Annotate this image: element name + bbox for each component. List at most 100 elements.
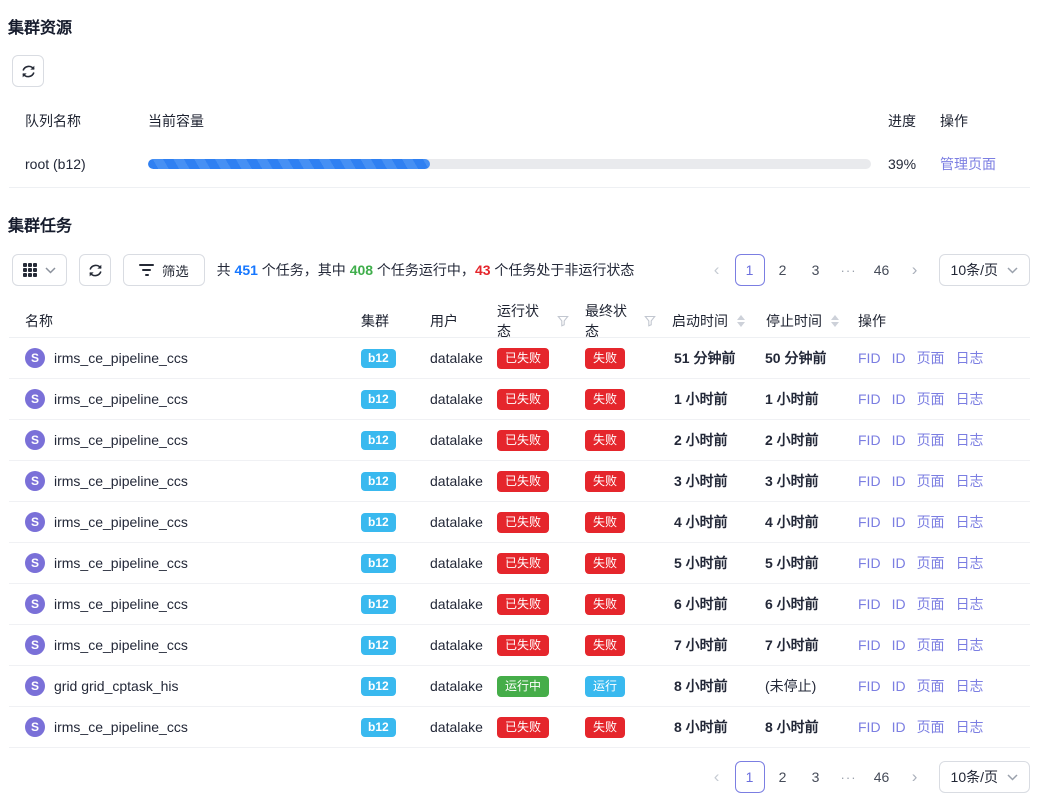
cluster-badge: b12 <box>361 349 396 368</box>
grid-icon <box>23 263 37 277</box>
log-link[interactable]: 日志 <box>956 676 984 696</box>
page-size-select[interactable]: 10条/页 <box>939 761 1030 793</box>
stop-time: 5 小时前 <box>750 553 842 573</box>
fid-link[interactable]: FID <box>858 391 881 407</box>
page-link[interactable]: 页面 <box>917 389 945 409</box>
page-button-3[interactable]: 3 <box>801 761 831 793</box>
next-page-button[interactable]: › <box>900 761 930 793</box>
filter-funnel-icon[interactable] <box>644 315 656 327</box>
page-link[interactable]: 页面 <box>917 717 945 737</box>
id-link[interactable]: ID <box>892 637 906 653</box>
page-size-value: 10条/页 <box>951 767 998 787</box>
page-button-1[interactable]: 1 <box>735 254 765 286</box>
refresh-icon <box>21 64 36 79</box>
fid-link[interactable]: FID <box>858 350 881 366</box>
page-ellipsis[interactable]: ··· <box>834 761 864 793</box>
id-link[interactable]: ID <box>892 596 906 612</box>
fid-link[interactable]: FID <box>858 555 881 571</box>
cluster-badge: b12 <box>361 431 396 450</box>
start-time: 4 小时前 <box>656 512 750 532</box>
sorter-icon[interactable] <box>737 315 745 327</box>
log-link[interactable]: 日志 <box>956 471 984 491</box>
fid-link[interactable]: FID <box>858 719 881 735</box>
page-link[interactable]: 页面 <box>917 635 945 655</box>
fid-link[interactable]: FID <box>858 432 881 448</box>
refresh-button[interactable] <box>12 55 44 87</box>
col-cluster-label: 集群 <box>361 311 389 331</box>
log-link[interactable]: 日志 <box>956 635 984 655</box>
page-ellipsis[interactable]: ··· <box>834 254 864 286</box>
log-link[interactable]: 日志 <box>956 512 984 532</box>
user-name: datalake <box>414 596 481 612</box>
page-button-3[interactable]: 3 <box>801 254 831 286</box>
start-time: 7 小时前 <box>656 635 750 655</box>
column-settings-button[interactable] <box>12 254 67 286</box>
page-button-last[interactable]: 46 <box>867 761 897 793</box>
page-link[interactable]: 页面 <box>917 430 945 450</box>
run-status-badge: 已失败 <box>497 553 549 574</box>
id-link[interactable]: ID <box>892 719 906 735</box>
next-page-button[interactable]: › <box>900 254 930 286</box>
log-link[interactable]: 日志 <box>956 553 984 573</box>
fid-link[interactable]: FID <box>858 514 881 530</box>
id-link[interactable]: ID <box>892 678 906 694</box>
user-name: datalake <box>414 678 481 694</box>
log-link[interactable]: 日志 <box>956 389 984 409</box>
sorter-icon[interactable] <box>831 315 839 327</box>
manage-page-link[interactable]: 管理页面 <box>940 156 996 172</box>
final-status-badge: 运行 <box>585 676 625 697</box>
queue-row: root (b12) 39% 管理页面 <box>9 141 1030 188</box>
page-button-last[interactable]: 46 <box>867 254 897 286</box>
refresh-tasks-button[interactable] <box>79 254 111 286</box>
fid-link[interactable]: FID <box>858 596 881 612</box>
user-name: datalake <box>414 719 481 735</box>
page-button-1[interactable]: 1 <box>735 761 765 793</box>
filter-funnel-icon[interactable] <box>557 315 569 327</box>
stop-time: 50 分钟前 <box>750 348 842 368</box>
log-link[interactable]: 日志 <box>956 430 984 450</box>
id-link[interactable]: ID <box>892 391 906 407</box>
prev-page-button[interactable]: ‹ <box>702 254 732 286</box>
avatar: S <box>25 471 45 491</box>
col-run-status: 运行状态 <box>481 301 569 341</box>
page-button-2[interactable]: 2 <box>768 761 798 793</box>
log-link[interactable]: 日志 <box>956 594 984 614</box>
summary-text: 个任务处于非运行状态 <box>491 262 635 278</box>
page-link[interactable]: 页面 <box>917 553 945 573</box>
run-status-badge: 运行中 <box>497 676 549 697</box>
final-status-badge: 失败 <box>585 471 625 492</box>
col-run-status-label: 运行状态 <box>497 301 548 341</box>
task-name: irms_ce_pipeline_ccs <box>54 514 188 530</box>
user-name: datalake <box>414 514 481 530</box>
prev-page-button[interactable]: ‹ <box>702 761 732 793</box>
user-name: datalake <box>414 432 481 448</box>
task-name: irms_ce_pipeline_ccs <box>54 555 188 571</box>
col-start-time[interactable]: 启动时间 <box>656 311 750 331</box>
id-link[interactable]: ID <box>892 473 906 489</box>
fid-link[interactable]: FID <box>858 678 881 694</box>
col-actions: 操作 <box>924 111 1030 131</box>
start-time: 51 分钟前 <box>656 348 750 368</box>
fid-link[interactable]: FID <box>858 473 881 489</box>
log-link[interactable]: 日志 <box>956 717 984 737</box>
page-link[interactable]: 页面 <box>917 676 945 696</box>
task-name: grid grid_cptask_his <box>54 678 179 694</box>
stop-time: (未停止) <box>750 676 842 696</box>
page-size-select[interactable]: 10条/页 <box>939 254 1030 286</box>
col-current-capacity: 当前容量 <box>132 111 872 131</box>
fid-link[interactable]: FID <box>858 637 881 653</box>
page-link[interactable]: 页面 <box>917 512 945 532</box>
id-link[interactable]: ID <box>892 350 906 366</box>
id-link[interactable]: ID <box>892 555 906 571</box>
page-link[interactable]: 页面 <box>917 348 945 368</box>
id-link[interactable]: ID <box>892 432 906 448</box>
filter-button[interactable]: 筛选 <box>123 254 205 286</box>
page-button-2[interactable]: 2 <box>768 254 798 286</box>
page-link[interactable]: 页面 <box>917 471 945 491</box>
run-status-badge: 已失败 <box>497 430 549 451</box>
page-link[interactable]: 页面 <box>917 594 945 614</box>
col-stop-time[interactable]: 停止时间 <box>750 311 842 331</box>
log-link[interactable]: 日志 <box>956 348 984 368</box>
run-status-badge: 已失败 <box>497 348 549 369</box>
id-link[interactable]: ID <box>892 514 906 530</box>
